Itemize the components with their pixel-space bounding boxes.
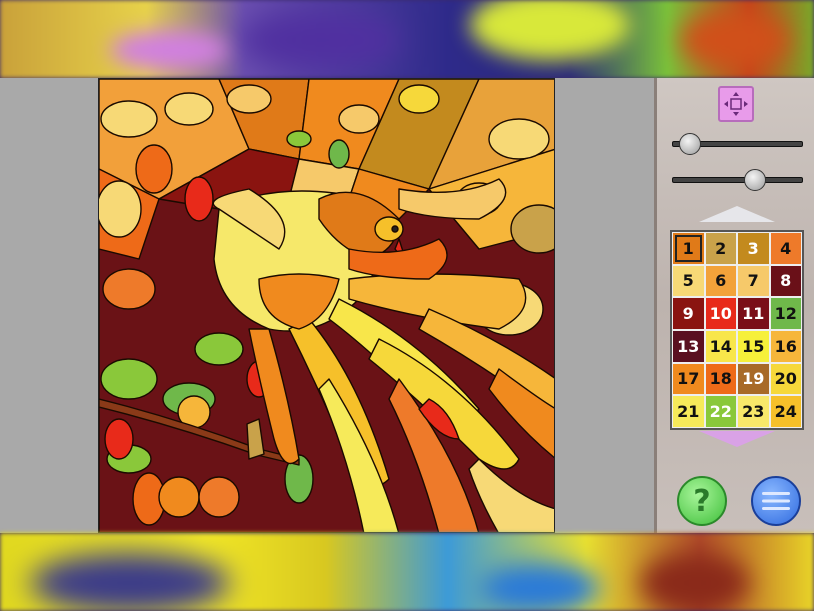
brush-slider-knob[interactable] [744, 169, 766, 191]
color-swatch-20[interactable]: 20 [770, 363, 801, 395]
color-swatch-17[interactable]: 17 [673, 363, 704, 395]
palette-scroll-up-button[interactable] [699, 206, 775, 222]
palette-scroll-down-button[interactable] [699, 431, 775, 447]
hamburger-menu-icon [762, 492, 790, 510]
color-swatch-22[interactable]: 22 [705, 396, 736, 427]
color-swatch-10[interactable]: 10 [705, 298, 736, 329]
color-swatch-15[interactable]: 15 [738, 330, 769, 362]
color-swatch-1[interactable]: 1 [673, 233, 704, 264]
zoom-slider[interactable] [672, 133, 803, 155]
color-swatch-11[interactable]: 11 [738, 298, 769, 329]
blurred-background-top [0, 0, 814, 78]
color-swatch-9[interactable]: 9 [673, 298, 704, 329]
color-swatch-8[interactable]: 8 [770, 265, 801, 297]
color-swatch-4[interactable]: 4 [770, 233, 801, 264]
blurred-background-bottom [0, 533, 814, 611]
stained-glass-artwork[interactable] [99, 79, 555, 533]
color-swatch-24[interactable]: 24 [770, 396, 801, 427]
color-swatch-18[interactable]: 18 [705, 363, 736, 395]
zoom-slider-knob[interactable] [679, 133, 701, 155]
game-area: 1 2 3 4 5 6 7 8 9 10 11 12 13 14 15 16 17 18 19 20 21 22 23 24 … [0, 78, 814, 533]
coloring-canvas[interactable] [98, 78, 555, 533]
fit-to-screen-icon [724, 92, 748, 116]
color-swatch-13[interactable]: 13 [673, 330, 704, 362]
color-swatch-16[interactable]: 16 [770, 330, 801, 362]
work-area [0, 78, 654, 533]
fit-to-screen-button[interactable] [718, 86, 754, 122]
brush-slider-track[interactable] [672, 177, 803, 183]
color-swatch-19[interactable]: 19 [738, 363, 769, 395]
color-swatch-23[interactable]: 23 [738, 396, 769, 427]
help-button[interactable]: ? [677, 476, 727, 526]
color-swatch-3[interactable]: 3 [738, 233, 769, 264]
question-mark-icon: ? [693, 483, 711, 519]
color-swatch-5[interactable]: 5 [673, 265, 704, 297]
menu-button[interactable] [751, 476, 801, 526]
color-swatch-12[interactable]: 12 [770, 298, 801, 329]
color-swatch-14[interactable]: 14 [705, 330, 736, 362]
brush-slider[interactable] [672, 169, 803, 191]
color-swatch-2[interactable]: 2 [705, 233, 736, 264]
color-swatch-21[interactable]: 21 [673, 396, 704, 427]
tool-panel: 1 2 3 4 5 6 7 8 9 10 11 12 13 14 15 16 17 18 19 20 21 22 23 24 … [654, 78, 814, 533]
color-palette: 1 2 3 4 5 6 7 8 9 10 11 12 13 14 15 16 17 18 19 20 21 22 23 24 [670, 230, 804, 430]
color-swatch-6[interactable]: 6 [705, 265, 736, 297]
color-swatch-7[interactable]: 7 [738, 265, 769, 297]
